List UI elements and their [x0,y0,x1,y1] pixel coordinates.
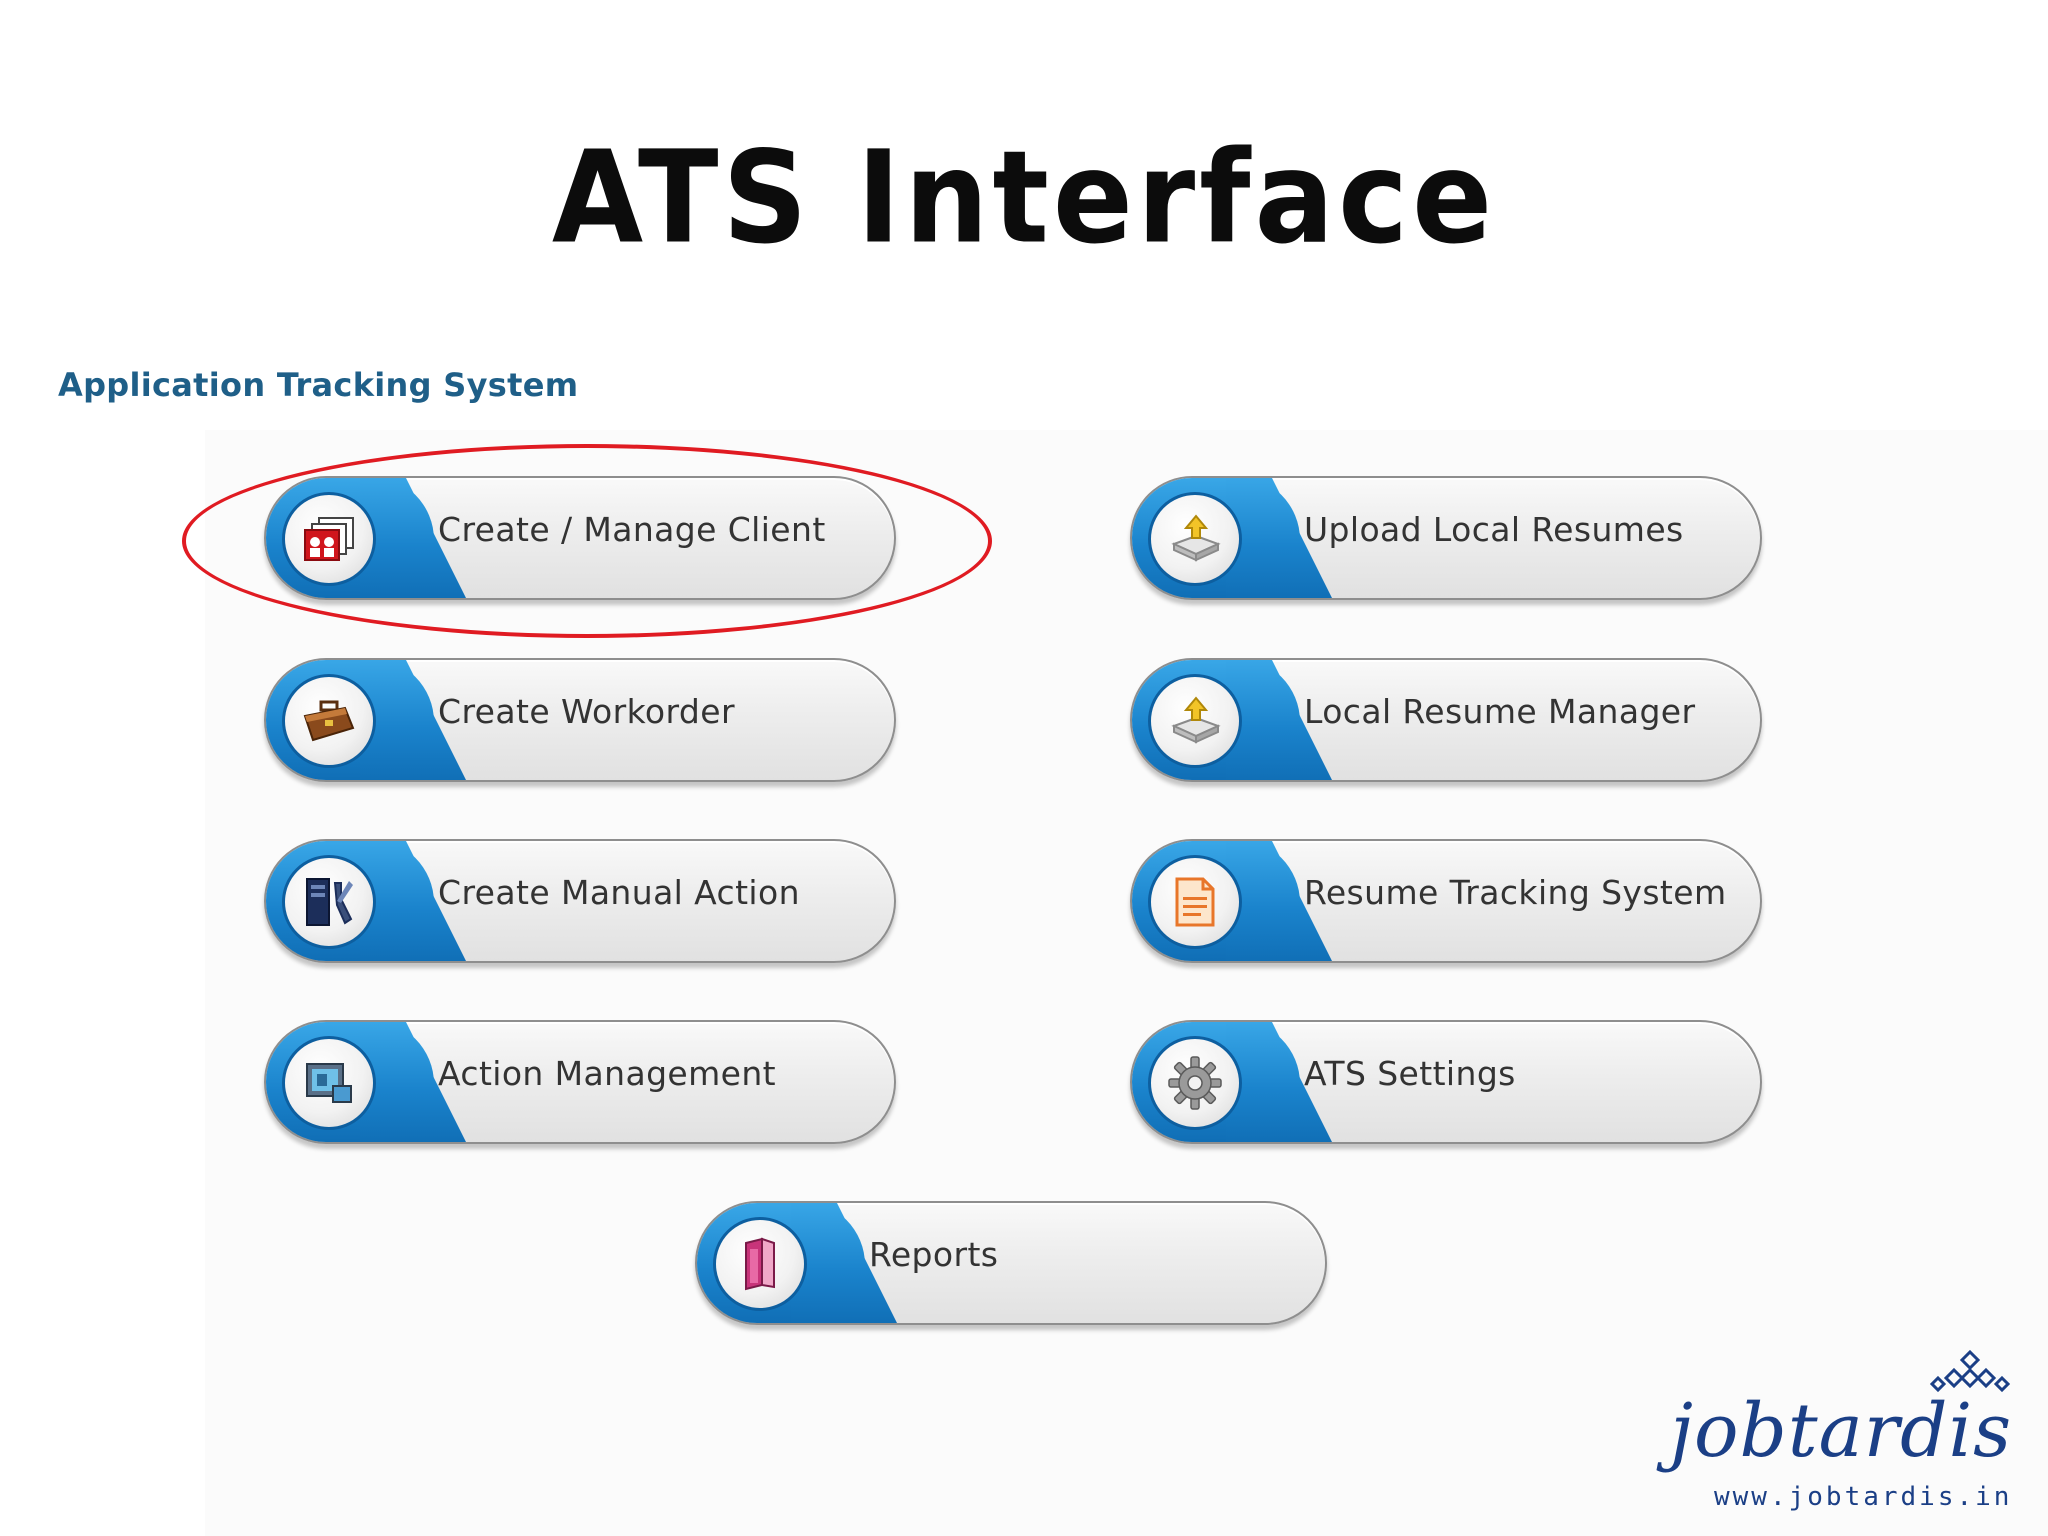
monitor-icon [282,1036,376,1130]
button-label: Upload Local Resumes [1304,510,1684,549]
reports-button[interactable]: Reports [695,1201,1327,1325]
gear-icon [1148,1036,1242,1130]
logo-wordmark: jobtardis [1670,1388,2013,1474]
button-label: Create Workorder [438,692,735,731]
resume-tracking-system-button[interactable]: Resume Tracking System [1130,839,1762,963]
button-label: ATS Settings [1304,1054,1516,1093]
upload-icon [1148,492,1242,586]
document-icon [1148,855,1242,949]
button-label: Local Resume Manager [1304,692,1696,731]
briefcase-icon [282,674,376,768]
slide-title: ATS Interface [551,122,1497,272]
button-label: Action Management [438,1054,777,1093]
section-title: Application Tracking System [58,366,579,404]
button-label: Create Manual Action [438,873,800,912]
button-label: Reports [869,1235,999,1274]
book-icon [713,1217,807,1311]
client-icon [282,492,376,586]
local-resume-manager-button[interactable]: Local Resume Manager [1130,658,1762,782]
create-workorder-button[interactable]: Create Workorder [264,658,896,782]
upload-local-resumes-button[interactable]: Upload Local Resumes [1130,476,1762,600]
button-label: Create / Manage Client [438,510,826,549]
action-management-button[interactable]: Action Management [264,1020,896,1144]
create-manage-client-button[interactable]: Create / Manage Client [264,476,896,600]
logo-url: www.jobtardis.in [1714,1482,2013,1512]
create-manual-action-button[interactable]: Create Manual Action [264,839,896,963]
jobtardis-logo: jobtardis www.jobtardis.in [1660,1348,2020,1518]
ats-settings-button[interactable]: ATS Settings [1130,1020,1762,1144]
upload-icon [1148,674,1242,768]
button-label: Resume Tracking System [1304,873,1727,912]
tools-icon [282,855,376,949]
